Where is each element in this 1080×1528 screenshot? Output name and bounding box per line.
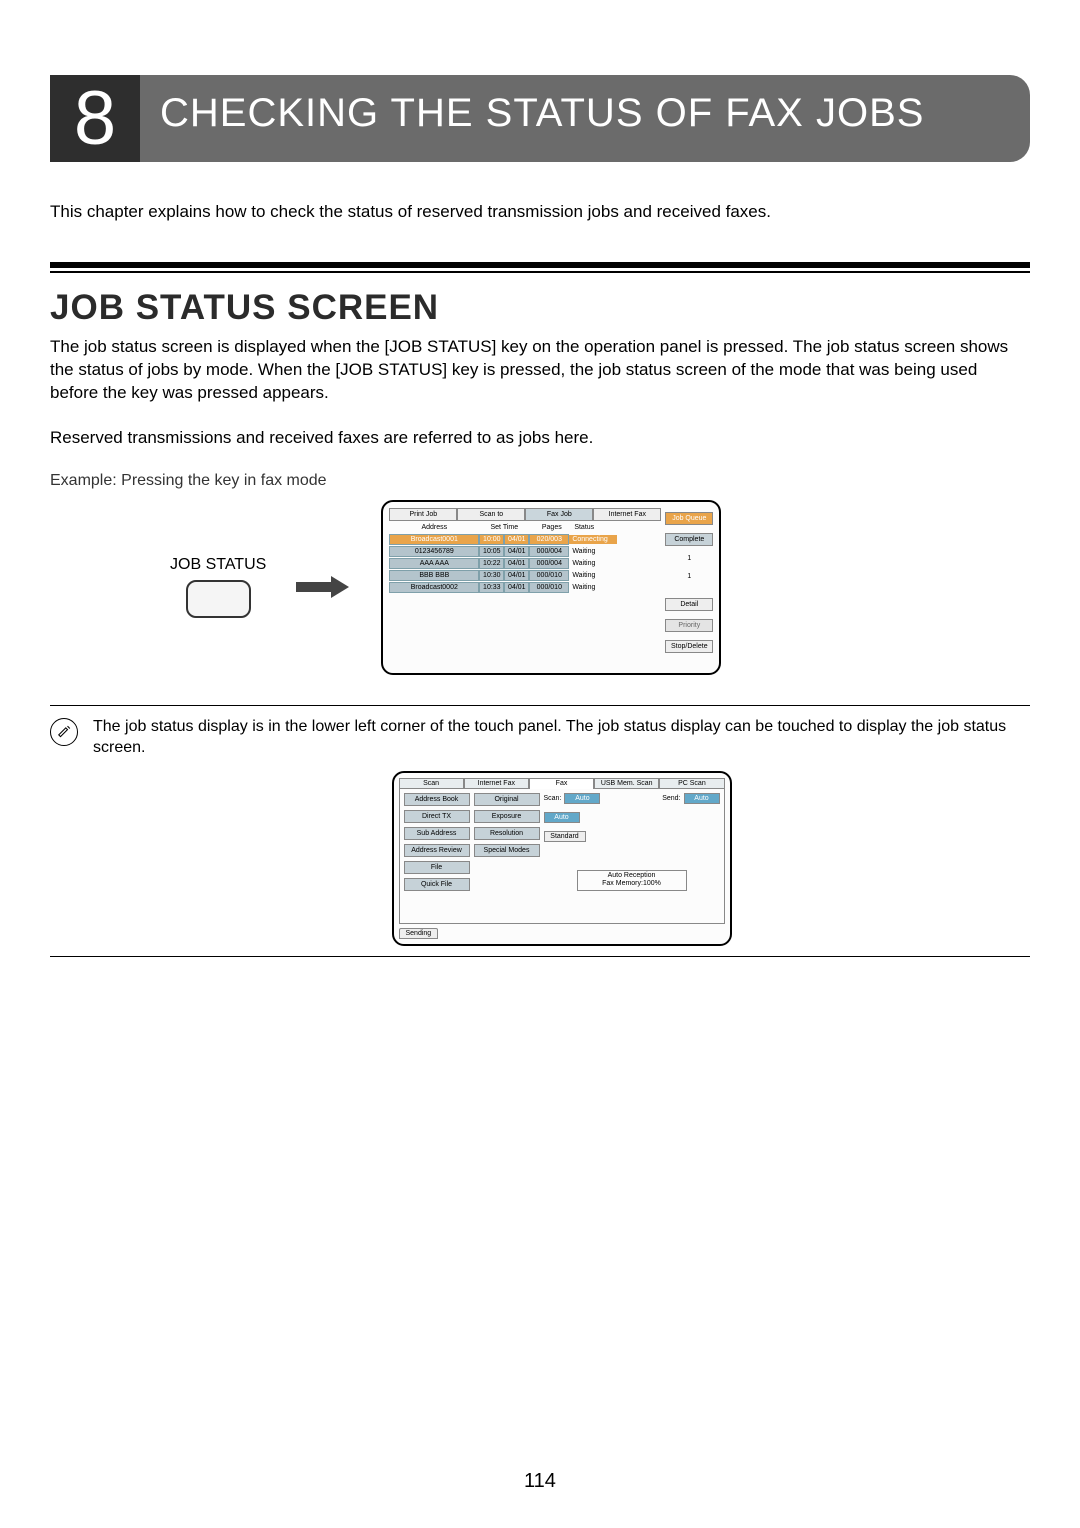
cell-time: 10:22	[479, 558, 504, 569]
cell-time: 10:30	[479, 570, 504, 581]
fax-memory-label: Fax Memory:100%	[578, 880, 686, 888]
note-text: The job status display is in the lower l…	[93, 716, 1030, 759]
cell-status: Connecting	[569, 535, 617, 544]
detail-button[interactable]: Detail	[665, 598, 713, 611]
address-book-button[interactable]: Address Book	[404, 793, 470, 806]
cell-time: 10:00	[479, 534, 504, 545]
table-row[interactable]: Broadcast0002 10:33 04/01 000/010 Waitin…	[389, 582, 661, 593]
scan-auto-button[interactable]: Auto	[564, 793, 600, 804]
sending-status[interactable]: Sending	[399, 928, 439, 939]
cell-date: 04/01	[504, 570, 529, 581]
resolution-button[interactable]: Resolution	[474, 827, 540, 840]
file-button[interactable]: File	[404, 861, 470, 874]
cell-date: 04/01	[504, 534, 529, 545]
cell-date: 04/01	[504, 558, 529, 569]
cell-status: Waiting	[569, 547, 617, 556]
th-address: Address	[389, 524, 479, 531]
cell-date: 04/01	[504, 582, 529, 593]
cell-pages: 000/010	[529, 570, 569, 581]
body-text-1: The job status screen is displayed when …	[50, 336, 1030, 405]
send-auto-button[interactable]: Auto	[684, 793, 720, 804]
table-header: Address Set Time Pages Status	[389, 521, 661, 533]
body-text-2: Reserved transmissions and received faxe…	[50, 427, 1030, 450]
tab-scan[interactable]: Scan	[399, 778, 464, 789]
scan-label: Scan:	[544, 795, 562, 802]
priority-button[interactable]: Priority	[665, 619, 713, 632]
cell-address: Broadcast0001	[389, 534, 479, 545]
intro-text: This chapter explains how to check the s…	[50, 202, 1030, 222]
th-pages: Pages	[529, 524, 574, 531]
sub-address-button[interactable]: Sub Address	[404, 827, 470, 840]
job-status-key: JOB STATUS	[170, 556, 266, 618]
tab-pc-scan[interactable]: PC Scan	[659, 778, 724, 789]
tab-internet-fax[interactable]: Internet Fax	[593, 508, 661, 521]
fax-mode-screen: Scan Internet Fax Fax USB Mem. Scan PC S…	[392, 771, 732, 946]
cell-date: 04/01	[504, 546, 529, 557]
cell-address: BBB BBB	[389, 570, 479, 581]
tab-print-job[interactable]: Print Job	[389, 508, 457, 521]
cell-address: Broadcast0002	[389, 582, 479, 593]
arrow-icon	[296, 578, 351, 596]
example-row: JOB STATUS Print Job Scan to Fax Job Int…	[50, 500, 1030, 675]
exposure-button[interactable]: Exposure	[474, 810, 540, 823]
table-row[interactable]: 0123456789 10:05 04/01 000/004 Waiting	[389, 546, 661, 557]
page-indicator-bottom: 1	[665, 572, 713, 582]
cell-pages: 000/004	[529, 546, 569, 557]
cell-pages: 020/003	[529, 534, 569, 545]
chapter-number: 8	[50, 75, 140, 162]
send-label: Send:	[662, 795, 680, 802]
section-rule	[50, 262, 1030, 273]
key-shape[interactable]	[186, 580, 251, 618]
direct-tx-button[interactable]: Direct TX	[404, 810, 470, 823]
job-status-screen: Print Job Scan to Fax Job Internet Fax A…	[381, 500, 721, 675]
exposure-auto-button[interactable]: Auto	[544, 812, 580, 823]
stop-delete-button[interactable]: Stop/Delete	[665, 640, 713, 653]
quick-file-button[interactable]: Quick File	[404, 878, 470, 891]
cell-time: 10:05	[479, 546, 504, 557]
tab-usb-mem-scan[interactable]: USB Mem. Scan	[594, 778, 659, 789]
example-label: Example: Pressing the key in fax mode	[50, 472, 1030, 490]
page-number: 114	[0, 1470, 1080, 1493]
resolution-value[interactable]: Standard	[544, 831, 586, 842]
cell-pages: 000/004	[529, 558, 569, 569]
job-queue-button[interactable]: Job Queue	[665, 512, 713, 525]
th-settime: Set Time	[479, 524, 529, 531]
auto-reception-label: Auto Reception	[578, 872, 686, 880]
cell-status: Waiting	[569, 559, 617, 568]
cell-pages: 000/010	[529, 582, 569, 593]
key-label: JOB STATUS	[170, 556, 266, 574]
cell-address: AAA AAA	[389, 558, 479, 569]
original-button[interactable]: Original	[474, 793, 540, 806]
tab-fax-job[interactable]: Fax Job	[525, 508, 593, 521]
cell-time: 10:33	[479, 582, 504, 593]
cell-status: Waiting	[569, 583, 617, 592]
chapter-title: CHECKING THE STATUS OF FAX JOBS	[140, 75, 1030, 162]
page-indicator-top: 1	[665, 554, 713, 564]
address-review-button[interactable]: Address Review	[404, 844, 470, 857]
tab-scan-to[interactable]: Scan to	[457, 508, 525, 521]
special-modes-button[interactable]: Special Modes	[474, 844, 540, 857]
tab-internet-fax[interactable]: Internet Fax	[464, 778, 529, 789]
cell-status: Waiting	[569, 571, 617, 580]
complete-button[interactable]: Complete	[665, 533, 713, 546]
reception-info: Auto Reception Fax Memory:100%	[577, 870, 687, 891]
note-block: The job status display is in the lower l…	[50, 705, 1030, 957]
table-row[interactable]: BBB BBB 10:30 04/01 000/010 Waiting	[389, 570, 661, 581]
cell-address: 0123456789	[389, 546, 479, 557]
pencil-icon	[50, 718, 78, 746]
table-row[interactable]: Broadcast0001 10:00 04/01 020/003 Connec…	[389, 534, 661, 545]
chapter-header: 8 CHECKING THE STATUS OF FAX JOBS	[50, 75, 1030, 162]
table-row[interactable]: AAA AAA 10:22 04/01 000/004 Waiting	[389, 558, 661, 569]
job-tabs: Print Job Scan to Fax Job Internet Fax	[389, 508, 661, 521]
tab-fax[interactable]: Fax	[529, 778, 594, 789]
th-status: Status	[574, 524, 619, 531]
section-title: JOB STATUS SCREEN	[50, 288, 1030, 328]
